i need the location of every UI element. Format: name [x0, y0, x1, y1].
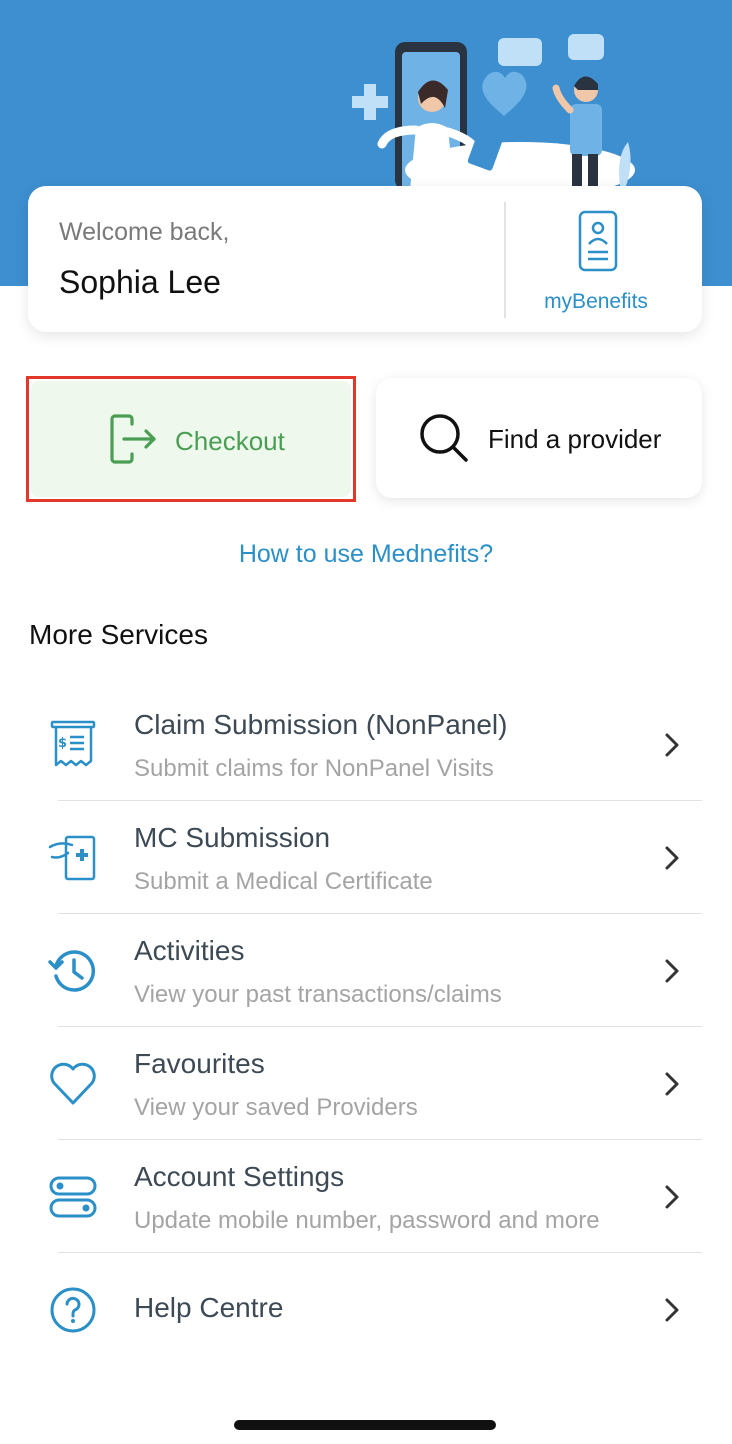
question-circle-icon — [50, 1287, 96, 1333]
svg-text:$: $ — [58, 736, 67, 751]
find-provider-label: Find a provider — [488, 424, 662, 454]
service-subtitle: Submit a Medical Certificate — [134, 868, 433, 895]
service-title: Favourites — [134, 1048, 265, 1079]
service-subtitle: Update mobile number, password and more — [134, 1207, 600, 1234]
service-title: Account Settings — [134, 1161, 345, 1192]
service-mc-submission[interactable]: MC Submission Submit a Medical Certifica… — [0, 801, 732, 914]
find-provider-button[interactable]: Find a provider — [376, 378, 702, 498]
chevron-right-icon — [665, 733, 679, 757]
checkout-button-body: Checkout — [31, 381, 351, 497]
user-name: Sophia Lee — [59, 264, 221, 300]
welcome-card: Welcome back, Sophia Lee myBenefits — [28, 186, 702, 332]
more-services-title: More Services — [29, 619, 208, 650]
home-indicator[interactable] — [234, 1420, 496, 1430]
service-subtitle: Submit claims for NonPanel Visits — [134, 755, 494, 782]
services-list: $ Claim Submission (NonPanel) Submit cla… — [0, 688, 732, 1366]
home-screen: Welcome back, Sophia Lee myBenefits Chec… — [0, 0, 732, 1444]
chevron-right-icon — [665, 846, 679, 870]
service-account-settings[interactable]: Account Settings Update mobile number, p… — [0, 1140, 732, 1253]
search-icon — [420, 414, 468, 462]
service-favourites[interactable]: Favourites View your saved Providers — [0, 1027, 732, 1140]
service-title: Claim Submission (NonPanel) — [134, 709, 508, 740]
chevron-right-icon — [665, 959, 679, 983]
settings-toggle-icon — [49, 1176, 97, 1218]
chevron-right-icon — [665, 1298, 679, 1322]
heart-icon — [50, 1062, 96, 1105]
exit-door-icon — [110, 414, 156, 464]
receipt-icon: $ — [50, 720, 96, 767]
service-title: Help Centre — [134, 1292, 284, 1323]
history-icon — [48, 950, 95, 992]
how-to-use-link[interactable]: How to use Mednefits? — [0, 540, 732, 569]
service-help-centre[interactable]: Help Centre — [0, 1253, 732, 1366]
my-benefits-button[interactable]: myBenefits — [506, 186, 702, 332]
service-title: Activities — [134, 935, 245, 966]
doctor-illustration — [352, 34, 635, 190]
service-claim-submission[interactable]: $ Claim Submission (NonPanel) Submit cla… — [0, 688, 732, 801]
checkout-button[interactable]: Checkout — [26, 376, 356, 502]
service-subtitle: View your past transactions/claims — [134, 981, 502, 1008]
my-benefits-label: myBenefits — [544, 290, 648, 313]
service-subtitle: View your saved Providers — [134, 1094, 418, 1121]
checkout-label: Checkout — [175, 426, 285, 456]
member-card-icon — [578, 210, 618, 272]
welcome-greeting: Welcome back, — [59, 218, 230, 246]
chevron-right-icon — [665, 1185, 679, 1209]
service-title: MC Submission — [134, 822, 331, 853]
chevron-right-icon — [665, 1072, 679, 1096]
service-activities[interactable]: Activities View your past transactions/c… — [0, 914, 732, 1027]
medical-certificate-icon — [48, 835, 96, 881]
